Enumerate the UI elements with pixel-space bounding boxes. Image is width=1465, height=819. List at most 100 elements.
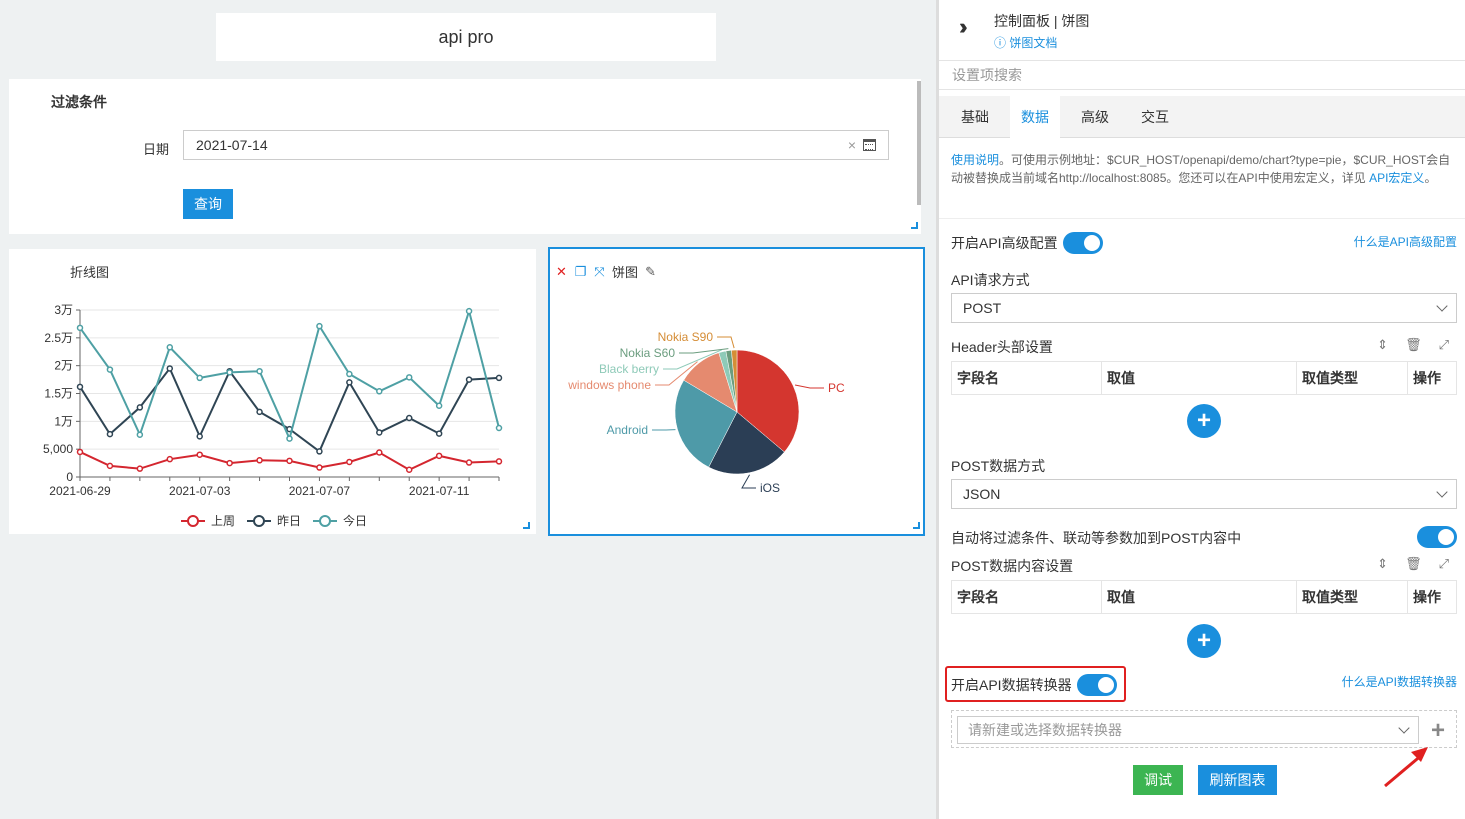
data-point xyxy=(166,344,174,351)
tab-interaction[interactable]: 交互 xyxy=(1130,96,1180,138)
dashboard-title[interactable]: api pro xyxy=(216,13,716,61)
trash-icon[interactable]: 🗑 xyxy=(1405,556,1422,572)
usage-end: 。 xyxy=(1424,171,1437,185)
settings-search-input[interactable]: 设置项搜索 xyxy=(939,60,1465,90)
data-point xyxy=(465,459,473,466)
converter-toggle[interactable] xyxy=(1077,674,1117,696)
legend-label: 昨日 xyxy=(277,514,301,528)
line-chart: 0 5,000 1万 1.5万 2万 2.5万 3万 2021-06-29 2021-07-03… xyxy=(43,303,503,528)
auto-add-toggle[interactable] xyxy=(1417,526,1457,548)
column-header: 取值 xyxy=(1101,361,1297,395)
y-tick-label: 2万 xyxy=(54,359,73,373)
doc-link[interactable]: ⓘ 饼图文档 xyxy=(994,34,1057,51)
divider xyxy=(939,218,1465,219)
api-advanced-help-link[interactable]: 什么是API高级配置 xyxy=(1354,233,1457,250)
data-point xyxy=(376,388,383,395)
data-point xyxy=(76,383,84,391)
usage-link[interactable]: 使用说明 xyxy=(951,153,999,167)
label-leader xyxy=(717,336,735,349)
pie-chart-panel[interactable]: ✕ ❐ ⤧ 饼图 ✎ PC iOS Android windows phone Blac… xyxy=(548,247,925,536)
x-tick-label: 2021-06-29 xyxy=(49,484,111,498)
debug-button[interactable]: 调试 xyxy=(1133,765,1183,795)
slice-label: PC xyxy=(828,381,845,395)
data-point xyxy=(226,369,233,376)
x-tick-label: 2021-07-03 xyxy=(169,484,231,498)
config-header: ›› 控制面板 | 饼图 ⓘ 饼图文档 xyxy=(939,0,1465,58)
refresh-chart-button[interactable]: 刷新图表 xyxy=(1198,765,1277,795)
trash-icon[interactable]: 🗑 xyxy=(1405,337,1422,353)
slice-label: Android xyxy=(607,423,648,437)
column-header: 字段名 xyxy=(951,361,1102,395)
data-point xyxy=(495,424,503,432)
date-label: 日期 xyxy=(143,142,170,157)
api-advanced-toggle[interactable] xyxy=(1063,232,1103,254)
config-tabs: 基础 数据 高级 交互 xyxy=(939,96,1465,138)
expand-icon[interactable]: ⤢ xyxy=(1439,337,1449,353)
data-point xyxy=(106,430,114,438)
date-value: 2021-07-14 xyxy=(196,137,268,153)
y-tick-label: 5,000 xyxy=(43,442,73,456)
data-point xyxy=(136,465,144,472)
data-point xyxy=(256,457,263,464)
resize-handle-icon[interactable] xyxy=(523,522,530,529)
data-point xyxy=(196,374,203,382)
config-panel: ›› 控制面板 | 饼图 ⓘ 饼图文档 设置项搜索 基础 数据 高级 交互 使用… xyxy=(936,0,1465,819)
resize-handle-icon[interactable] xyxy=(913,522,920,529)
line-chart-panel[interactable]: 折线图 0 5,000 1万 1.5万 2万 2.5万 3万 2021-06-29 2021-0… xyxy=(9,249,536,534)
arrow-head xyxy=(1411,747,1428,762)
tab-advanced[interactable]: 高级 xyxy=(1070,96,1120,138)
sort-icon[interactable]: ⇕ xyxy=(1377,556,1388,572)
post-content-tools: ⇕ 🗑 ⤢ xyxy=(1377,556,1449,572)
chevron-down-icon xyxy=(1398,722,1410,734)
filter-title: 过滤条件 xyxy=(51,94,107,110)
post-method-select[interactable]: JSON xyxy=(951,479,1457,509)
query-button[interactable]: 查询 xyxy=(183,189,233,219)
clear-icon[interactable]: × xyxy=(848,131,856,159)
converter-placeholder: 请新建或选择数据转换器 xyxy=(968,722,1122,738)
data-point xyxy=(376,429,383,436)
slice-label: iOS xyxy=(760,481,780,495)
add-header-button[interactable]: + xyxy=(1187,404,1221,438)
data-point xyxy=(346,458,353,466)
doc-link-label: 饼图文档 xyxy=(1009,36,1058,50)
converter-select[interactable]: 请新建或选择数据转换器 xyxy=(957,716,1419,744)
calendar-icon[interactable] xyxy=(863,139,876,151)
add-post-field-button[interactable]: + xyxy=(1187,624,1221,658)
request-method-label: API请求方式 xyxy=(951,272,1030,288)
expand-icon[interactable]: ⤢ xyxy=(1439,556,1449,572)
filter-scrollbar[interactable] xyxy=(917,81,921,205)
api-macro-link[interactable]: API宏定义 xyxy=(1369,171,1424,185)
converter-help-link[interactable]: 什么是API数据转换器 xyxy=(1342,673,1457,690)
legend-marker xyxy=(253,515,265,527)
data-point xyxy=(316,322,323,330)
legend-marker xyxy=(187,515,199,527)
data-point xyxy=(166,455,174,463)
converter-label: 开启API数据转换器 xyxy=(951,677,1072,693)
column-header: 取值类型 xyxy=(1296,580,1408,614)
api-advanced-label: 开启API高级配置 xyxy=(951,235,1058,251)
data-point xyxy=(256,408,263,416)
legend-label: 上周 xyxy=(211,514,235,528)
label-leader xyxy=(741,474,756,489)
tab-basic[interactable]: 基础 xyxy=(950,96,1000,138)
add-converter-icon[interactable]: + xyxy=(1431,717,1445,745)
dashboard-title-text: api pro xyxy=(438,26,494,47)
resize-handle-icon[interactable] xyxy=(911,222,918,229)
converter-box: 请新建或选择数据转换器 + xyxy=(951,710,1457,748)
arrow-line xyxy=(1384,752,1424,788)
collapse-panel-icon[interactable]: ›› xyxy=(959,14,967,40)
x-tick-label: 2021-07-11 xyxy=(409,484,470,498)
filter-panel[interactable]: 过滤条件 日期 2021-07-14 × 查询 xyxy=(9,79,921,234)
slice-label: Nokia S90 xyxy=(658,330,714,344)
date-input[interactable]: 2021-07-14 × xyxy=(183,130,889,160)
data-point xyxy=(316,448,323,455)
data-point xyxy=(405,466,413,474)
request-method-select[interactable]: POST xyxy=(951,293,1457,323)
data-point xyxy=(465,307,473,315)
header-table: 字段名 取值 取值类型 操作 xyxy=(951,361,1457,395)
data-point xyxy=(346,370,353,378)
data-point xyxy=(136,431,144,438)
sort-icon[interactable]: ⇕ xyxy=(1377,337,1388,353)
tab-data[interactable]: 数据 xyxy=(1010,96,1060,138)
column-header: 操作 xyxy=(1407,361,1457,395)
